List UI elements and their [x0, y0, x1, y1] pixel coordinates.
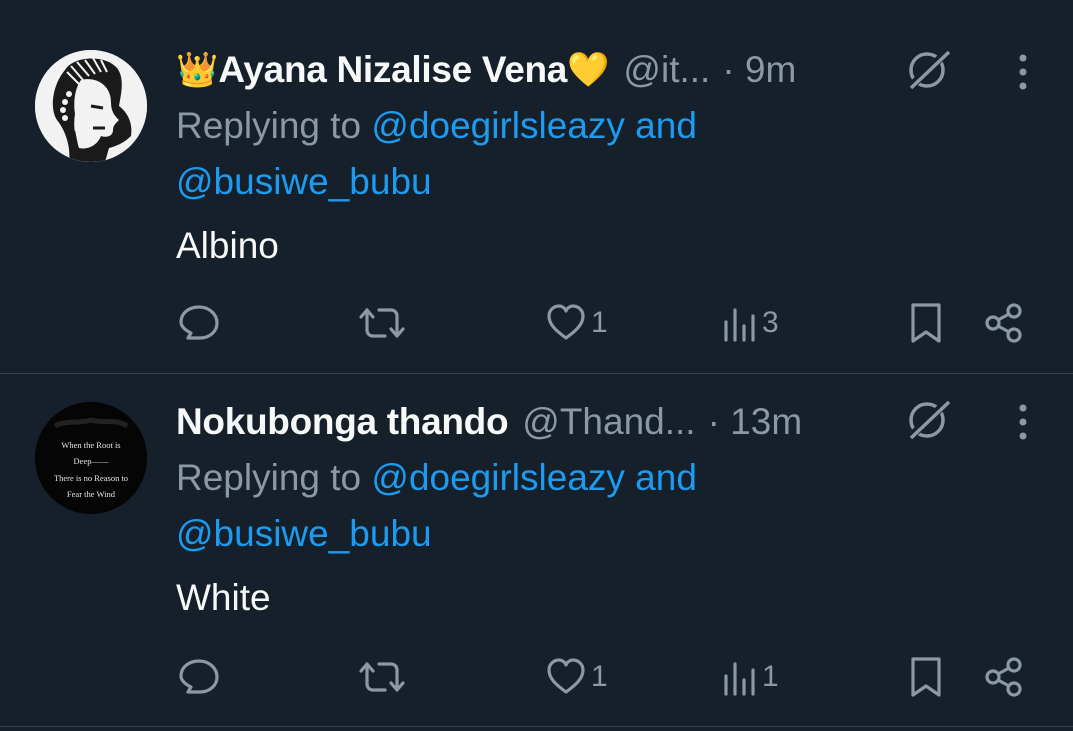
avatar[interactable]: When the Root is Deep—— There is no Reas… [35, 402, 147, 514]
retweet-icon [359, 308, 405, 338]
mention-link[interactable]: @doegirlsleazy [371, 105, 625, 146]
replying-to-continued: @busiwe_bubu [176, 506, 432, 562]
quote-line-2: Deep—— [74, 456, 109, 466]
grok-icon[interactable] [903, 394, 953, 444]
bookmark-button[interactable] [908, 298, 944, 348]
grok-icon[interactable] [903, 44, 953, 94]
share-button[interactable] [984, 652, 1024, 702]
replying-prefix: Replying to [176, 457, 372, 498]
views-button[interactable]: 3 [722, 298, 779, 348]
bookmark-button[interactable] [908, 652, 944, 702]
more-vertical-icon[interactable] [1008, 48, 1038, 98]
tweet[interactable]: 👑 Ayana Nizalise Vena 💛 @it... · 9m Repl… [0, 0, 1073, 373]
mention-joiner: and [624, 105, 697, 146]
share-button[interactable] [984, 298, 1024, 348]
share-icon [985, 657, 1022, 697]
views-chart-icon [724, 662, 755, 696]
quote-avatar: When the Root is Deep—— There is no Reas… [35, 402, 147, 514]
mention-link[interactable]: @busiwe_bubu [176, 513, 432, 554]
views-button[interactable]: 1 [722, 652, 779, 702]
share-icon [985, 303, 1022, 343]
retweet-button[interactable] [357, 298, 407, 348]
display-name[interactable]: Nokubonga thando [176, 401, 509, 443]
action-bar: 1 1 [0, 652, 1073, 702]
like-button[interactable]: 1 [545, 298, 608, 348]
retweet-button[interactable] [357, 652, 407, 702]
views-count: 3 [762, 306, 779, 339]
woman-silhouette-avatar [35, 50, 147, 162]
replying-to: Replying to @doegirlsleazy and [176, 98, 697, 154]
reply-button[interactable] [176, 298, 222, 348]
mention-link[interactable]: @doegirlsleazy [371, 457, 625, 498]
replying-to: Replying to @doegirlsleazy and [176, 450, 697, 506]
timestamp[interactable]: · 13m [708, 401, 803, 443]
action-bar: 1 3 [0, 298, 1073, 348]
user-handle[interactable]: @it... [623, 49, 710, 91]
avatar[interactable] [35, 50, 147, 162]
user-handle[interactable]: @Thand... [522, 401, 695, 443]
crown-emoji: 👑 [176, 51, 219, 89]
like-count: 1 [591, 660, 608, 693]
heart-icon [547, 658, 585, 694]
views-chart-icon [724, 308, 755, 342]
display-name[interactable]: Ayana Nizalise Vena [218, 49, 567, 91]
yellow-heart-emoji: 💛 [567, 51, 610, 89]
replying-prefix: Replying to [176, 105, 372, 146]
reply-button[interactable] [176, 652, 222, 702]
quote-line-4: Fear the Wind [67, 489, 116, 499]
views-count: 1 [762, 660, 779, 693]
tweet-text: White [176, 577, 271, 618]
reply-icon [179, 305, 219, 340]
reply-feed: 👑 Ayana Nizalise Vena 💛 @it... · 9m Repl… [0, 0, 1073, 731]
divider [0, 726, 1073, 727]
tweet[interactable]: When the Root is Deep—— There is no Reas… [0, 374, 1073, 726]
like-button[interactable]: 1 [545, 652, 608, 702]
timestamp[interactable]: · 9m [722, 49, 796, 91]
heart-icon [547, 304, 585, 340]
quote-line-1: When the Root is [61, 440, 120, 450]
retweet-icon [359, 662, 405, 692]
mention-link[interactable]: @busiwe_bubu [176, 161, 432, 202]
bookmark-icon [911, 303, 941, 343]
replying-to-continued: @busiwe_bubu [176, 154, 432, 210]
quote-line-3: There is no Reason to [54, 473, 128, 483]
reply-icon [179, 659, 219, 694]
mention-joiner: and [624, 457, 697, 498]
bookmark-icon [911, 657, 941, 697]
like-count: 1 [591, 306, 608, 339]
more-vertical-icon[interactable] [1008, 398, 1038, 448]
tweet-text: Albino [176, 225, 279, 266]
